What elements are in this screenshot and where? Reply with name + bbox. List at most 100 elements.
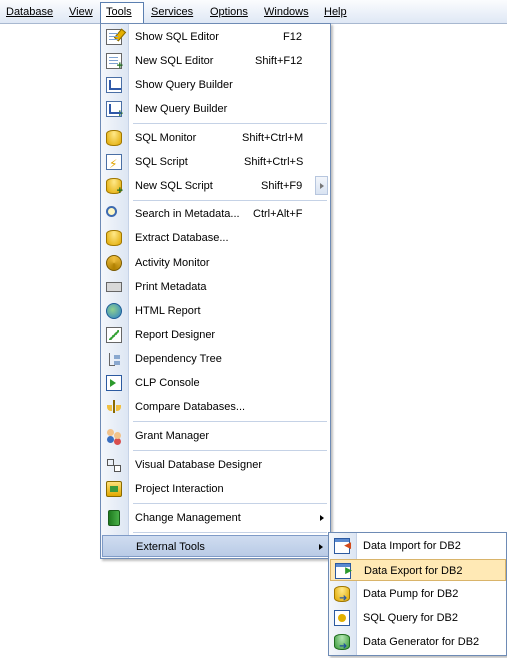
menu-item-extract-database[interactable]: Extract Database... (102, 227, 330, 249)
menu-item-grant-manager[interactable]: Grant Manager (102, 425, 330, 447)
menu-item-label: Data Generator for DB2 (363, 636, 480, 648)
menu-separator (133, 123, 327, 124)
project-icon (106, 481, 122, 497)
menu-separator (133, 200, 327, 201)
data-export-icon (335, 559, 352, 581)
menu-item-sql-monitor[interactable]: SQL Monitor Shift+Ctrl+M (102, 127, 330, 149)
menu-item-clp-console[interactable]: CLP Console (102, 372, 330, 394)
menu-item-label: Activity Monitor (135, 257, 210, 269)
menu-item-label: Report Designer (135, 329, 216, 341)
menu-item-compare-databases[interactable]: Compare Databases... (102, 396, 330, 418)
menu-item-shortcut: Shift+Ctrl+M (242, 132, 304, 144)
menu-tools[interactable]: Tools (100, 2, 144, 24)
sql-monitor-icon (106, 130, 122, 146)
extract-database-icon (106, 230, 122, 246)
menu-item-label: Data Pump for DB2 (363, 588, 459, 600)
menu-item-sql-script[interactable]: SQL Script Shift+Ctrl+S (102, 151, 330, 175)
new-sql-editor-icon (106, 53, 123, 71)
menu-item-shortcut: Shift+Ctrl+S (244, 156, 304, 168)
menu-item-label: Compare Databases... (135, 401, 246, 413)
menu-windows-label: Windows (264, 6, 309, 18)
new-query-builder-icon (106, 101, 123, 119)
menu-view[interactable]: View (64, 2, 98, 22)
menu-item-label: SQL Monitor (135, 132, 197, 144)
menu-item-search-metadata[interactable]: Search in Metadata... Ctrl+Alt+F (102, 203, 330, 225)
users-icon (106, 428, 122, 444)
new-sql-script-icon (106, 178, 123, 196)
menu-item-label: Dependency Tree (135, 353, 222, 365)
chevron-right-icon (320, 183, 324, 189)
menu-item-label: Grant Manager (135, 430, 209, 442)
external-tools-submenu: Data Import for DB2 Data Export for DB2 … (328, 532, 507, 658)
menu-item-data-generator[interactable]: Data Generator for DB2 (330, 631, 506, 658)
menu-item-label: Show Query Builder (135, 79, 233, 91)
menu-item-change-management[interactable]: Change Management (102, 507, 330, 529)
menu-item-shortcut: Shift+F12 (255, 55, 303, 67)
menu-item-new-query-builder[interactable]: New Query Builder (102, 98, 330, 120)
menu-separator (133, 450, 327, 451)
menu-item-data-export[interactable]: Data Export for DB2 (330, 559, 506, 581)
printer-icon (106, 282, 122, 292)
menu-item-new-sql-editor[interactable]: New SQL Editor Shift+F12 (102, 50, 330, 72)
menu-item-label: Data Export for DB2 (364, 565, 463, 577)
menu-item-html-report[interactable]: HTML Report (102, 300, 330, 322)
menu-item-activity-monitor[interactable]: Activity Monitor (102, 252, 330, 274)
menu-item-sql-query[interactable]: SQL Query for DB2 (330, 607, 506, 629)
menu-item-label: New SQL Editor (135, 55, 214, 67)
menu-item-label: Extract Database... (135, 232, 229, 244)
book-icon (108, 510, 120, 526)
menu-bar: Database View Tools Services Options Win… (0, 0, 507, 24)
menu-windows[interactable]: Windows (259, 2, 314, 22)
menu-separator (133, 421, 327, 422)
menu-separator (133, 532, 327, 533)
menu-item-data-import[interactable]: Data Import for DB2 (330, 534, 506, 557)
menu-item-label: New SQL Script (135, 180, 213, 192)
menu-item-new-sql-script[interactable]: New SQL Script Shift+F9 (102, 175, 330, 197)
menu-help[interactable]: Help (319, 2, 352, 22)
menu-item-data-pump[interactable]: Data Pump for DB2 (330, 583, 506, 610)
menu-item-show-query-builder[interactable]: Show Query Builder (102, 74, 330, 96)
data-generator-icon (334, 634, 350, 658)
menu-tools-label: Tools (106, 6, 132, 18)
report-designer-icon (106, 327, 122, 343)
data-import-icon (334, 534, 351, 556)
menu-item-project-interaction[interactable]: Project Interaction (102, 478, 330, 500)
sql-query-icon (334, 610, 350, 626)
menu-item-show-sql-editor[interactable]: Show SQL Editor F12 (102, 26, 330, 48)
menu-item-label: Visual Database Designer (135, 459, 262, 471)
menu-database-label: Database (6, 6, 54, 18)
menu-view-label: View (69, 6, 93, 18)
globe-icon (106, 303, 122, 319)
menu-help-label: Help (324, 6, 347, 18)
menu-item-label: SQL Script (135, 156, 188, 168)
designer-icon (106, 457, 122, 473)
menu-item-external-tools[interactable]: External Tools (102, 535, 330, 557)
menu-item-label: Print Metadata (135, 281, 207, 293)
menu-item-label: Change Management (135, 512, 241, 524)
sql-editor-icon (106, 29, 122, 45)
menu-item-visual-database-designer[interactable]: Visual Database Designer (102, 454, 330, 476)
submenu-expander[interactable] (315, 176, 328, 195)
tree-icon (106, 351, 122, 367)
menu-item-label: New Query Builder (135, 103, 228, 115)
menu-options-label: Options (210, 6, 248, 18)
menu-item-label: HTML Report (135, 305, 201, 317)
menu-services[interactable]: Services (146, 2, 198, 22)
sql-script-icon (106, 153, 122, 175)
menu-database[interactable]: Database (1, 2, 58, 22)
menu-options[interactable]: Options (205, 2, 253, 22)
menu-item-label: Project Interaction (135, 483, 224, 495)
search-icon (106, 206, 117, 217)
menu-item-dependency-tree[interactable]: Dependency Tree (102, 348, 330, 370)
activity-monitor-icon (106, 255, 122, 271)
menu-item-shortcut: Ctrl+Alt+F (253, 208, 303, 220)
menu-item-print-metadata[interactable]: Print Metadata (102, 276, 330, 298)
menu-item-label: External Tools (136, 541, 205, 553)
menu-item-shortcut: Shift+F9 (261, 180, 303, 192)
chevron-right-icon (319, 544, 323, 550)
menu-item-label: Show SQL Editor (135, 31, 219, 43)
menu-item-shortcut: F12 (283, 31, 302, 43)
menu-item-label: Search in Metadata... (135, 208, 240, 220)
menu-item-label: Data Import for DB2 (363, 540, 461, 552)
menu-item-report-designer[interactable]: Report Designer (102, 324, 330, 346)
